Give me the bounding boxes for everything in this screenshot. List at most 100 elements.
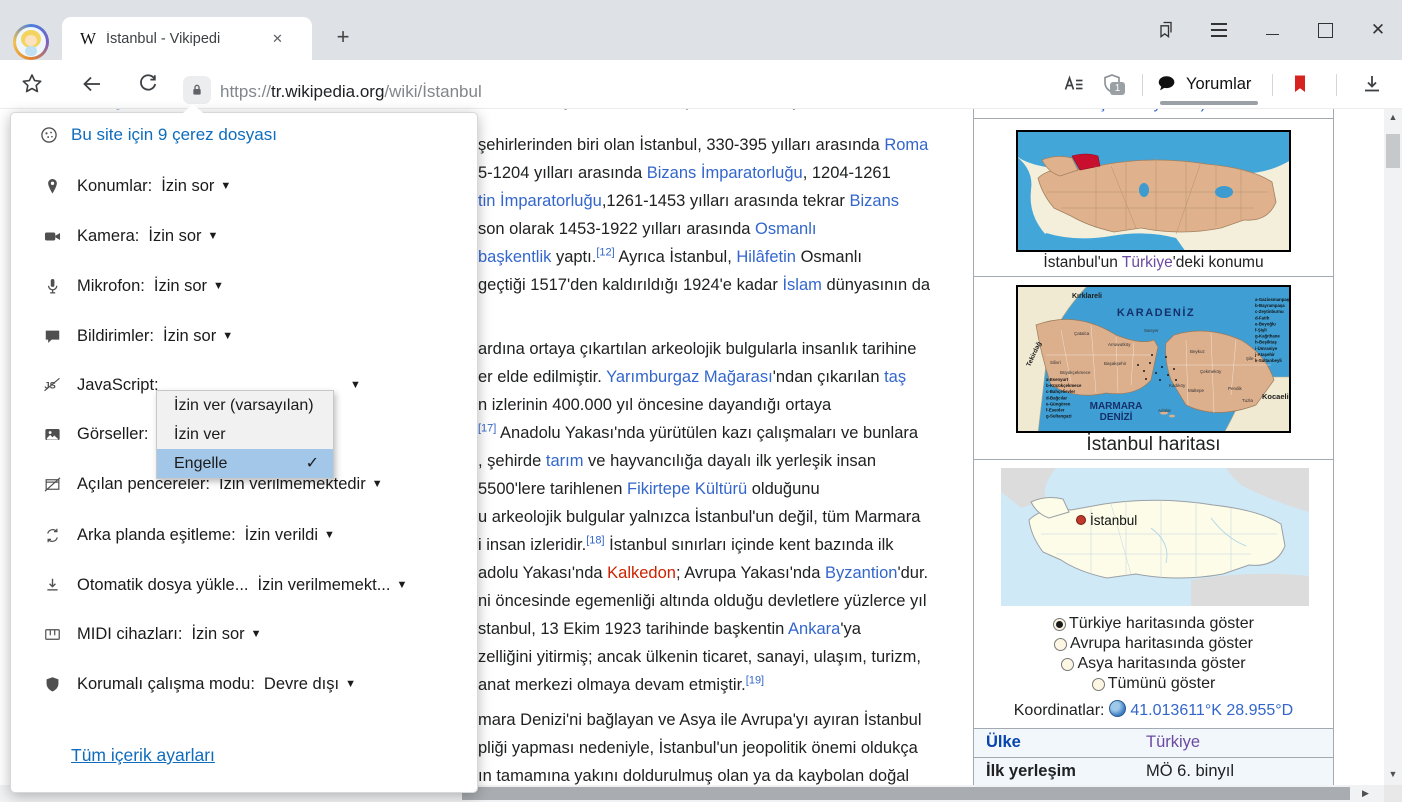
reference-link[interactable]: [17]	[478, 423, 496, 435]
article-link[interactable]: tarım	[546, 452, 584, 470]
chevron-down-icon[interactable]: ▼	[208, 230, 219, 242]
permission-row-sandbox[interactable]: Korumalı çalışma modu:Devre dışı▼	[41, 671, 356, 697]
chevron-down-icon[interactable]: ▼	[251, 628, 262, 640]
dropdown-item-option[interactable]: İzin ver (varsayılan)	[157, 391, 333, 420]
comments-button[interactable]: Yorumlar	[1156, 73, 1251, 95]
permission-value[interactable]: İzin sor	[154, 277, 207, 296]
article-link[interactable]: Fikirtepe Kültürü	[627, 480, 747, 498]
radio-selected[interactable]: Türkiye haritasında göster	[974, 614, 1333, 634]
chevron-down-icon[interactable]: ▼	[220, 180, 231, 192]
radio-icon[interactable]	[1092, 678, 1105, 691]
permission-row-auto-download[interactable]: Otomatik dosya yükle...İzin verilmemekt.…	[41, 572, 407, 598]
country-value[interactable]: Türkiye	[1146, 733, 1200, 752]
dropdown-item-selected[interactable]: Engelle✓	[157, 449, 333, 478]
turkey-province-map[interactable]	[1016, 130, 1291, 252]
reference-link[interactable]: [19]	[746, 675, 764, 687]
maximize-button[interactable]	[1315, 20, 1335, 40]
scroll-up-icon[interactable]: ▲	[1384, 112, 1402, 122]
permission-row-camera[interactable]: Kamera:İzin sor▼	[41, 223, 218, 249]
site-lock-chip[interactable]	[183, 76, 211, 104]
chevron-down-icon[interactable]: ▼	[324, 529, 335, 541]
article-link[interactable]: tin İmparatorluğu	[478, 192, 602, 210]
article-line: ni öncesinde egemenliği altında olduğu d…	[478, 587, 974, 615]
article-link[interactable]: Osmanlı	[755, 220, 816, 238]
profile-avatar[interactable]	[13, 24, 49, 60]
immersive-reader-icon[interactable]	[1062, 72, 1086, 96]
map1-caption-link[interactable]: Türkiye	[1122, 254, 1173, 271]
permission-row-notifications[interactable]: Bildirimler:İzin sor▼	[41, 323, 233, 349]
svg-text:i-Ümraniye: i-Ümraniye	[1255, 346, 1278, 351]
permission-value[interactable]: İzin verildi	[245, 526, 318, 545]
reference-link[interactable]: [18]	[586, 535, 604, 547]
new-tab-button[interactable]: +	[330, 24, 356, 50]
svg-text:k-Sultanbeyli: k-Sultanbeyli	[1255, 358, 1282, 363]
country-label[interactable]: Ülke	[986, 733, 1021, 752]
permission-row-microphone[interactable]: Mikrofon:İzin sor▼	[41, 273, 224, 299]
close-button[interactable]: ✕	[1368, 20, 1388, 40]
cookies-row[interactable]: Bu site için 9 çerez dosyası	[39, 125, 277, 145]
permission-value[interactable]: İzin sor	[161, 177, 214, 196]
reload-icon[interactable]	[136, 72, 160, 96]
radio-icon[interactable]	[1053, 618, 1066, 631]
all-content-settings-link[interactable]: Tüm içerik ayarları	[71, 745, 215, 766]
coordinates-link[interactable]: 41.013611°K 28.955°D	[1130, 702, 1293, 719]
tab-close-icon[interactable]: ✕	[272, 31, 283, 47]
chevron-down-icon[interactable]: ▼	[345, 678, 356, 690]
collections-icon[interactable]	[1156, 20, 1176, 40]
article-link[interactable]: Bizans	[849, 192, 899, 210]
article-link[interactable]: başkentlik	[478, 248, 551, 266]
address-bar[interactable]: https://tr.wikipedia.org/wiki/İstanbul	[220, 82, 482, 102]
radio-icon[interactable]	[1054, 638, 1067, 651]
radio-option[interactable]: Asya haritasında göster	[974, 654, 1333, 674]
bookmark-icon[interactable]	[1288, 72, 1312, 96]
permission-row-javascript[interactable]: JSJavaScript:▼	[41, 372, 159, 398]
article-link[interactable]: İslam	[782, 276, 821, 294]
vertical-scrollbar[interactable]: ▲ ▼	[1384, 108, 1402, 785]
cookies-link[interactable]: Bu site için 9 çerez dosyası	[71, 125, 277, 145]
horizontal-scroll-thumb[interactable]	[462, 787, 1350, 800]
article-link[interactable]: Yarımburgaz Mağarası	[606, 368, 773, 386]
minimize-button[interactable]	[1262, 20, 1282, 40]
vertical-scroll-thumb[interactable]	[1386, 134, 1400, 168]
permission-row-background-sync[interactable]: Arka planda eşitleme:İzin verildi▼	[41, 522, 335, 548]
radio-option[interactable]: Tümünü göster	[974, 674, 1333, 694]
checkmark-icon: ✓	[306, 449, 319, 478]
article-link[interactable]: Hilâfetin	[736, 248, 796, 266]
chevron-down-icon[interactable]: ▼	[350, 379, 361, 391]
permission-value[interactable]: Devre dışı	[264, 675, 339, 694]
article-link[interactable]: Ankara	[788, 620, 840, 638]
permission-value[interactable]: İzin sor	[163, 327, 216, 346]
reference-link[interactable]: [12]	[596, 247, 614, 259]
dropdown-item-option[interactable]: İzin ver	[157, 420, 333, 449]
permission-value[interactable]: İzin sor	[148, 227, 201, 246]
article-link[interactable]: Bizans İmparatorluğu	[647, 164, 803, 182]
article-link[interactable]: taş	[884, 368, 906, 386]
article-link[interactable]: Byzantion	[825, 564, 897, 582]
radio-option[interactable]: Avrupa haritasında göster	[974, 634, 1333, 654]
radio-icon[interactable]	[1061, 658, 1074, 671]
permission-value[interactable]: İzin verilmemekt...	[258, 576, 391, 595]
permission-label: MIDI cihazları:	[77, 625, 182, 644]
chevron-down-icon[interactable]: ▼	[213, 280, 224, 292]
downloads-icon[interactable]	[1360, 72, 1384, 96]
menu-icon[interactable]	[1209, 20, 1229, 40]
permission-row-images[interactable]: Görseller:	[41, 421, 149, 447]
chevron-down-icon[interactable]: ▼	[372, 478, 383, 490]
permission-value[interactable]: İzin sor	[191, 625, 244, 644]
favorites-star-icon[interactable]	[20, 72, 44, 96]
tab-istanbul[interactable]: W İstanbul - Vikipedi ✕	[62, 17, 312, 60]
scroll-down-icon[interactable]: ▼	[1384, 769, 1402, 779]
turkey-locator-map[interactable]: İstanbul	[1001, 468, 1309, 606]
tracking-shield-icon[interactable]: 1	[1100, 72, 1124, 96]
permission-row-midi[interactable]: MIDI cihazları: İzin sor ▼	[41, 621, 262, 647]
back-icon[interactable]	[80, 72, 104, 96]
article-text: olduğunu	[747, 480, 820, 498]
scroll-right-icon[interactable]: ▶	[1362, 788, 1369, 799]
article-link[interactable]: Roma	[884, 136, 928, 154]
istanbul-district-map[interactable]: KARADENİZ MARMARA DENİZİ Kırklareli Teki…	[1016, 285, 1291, 433]
article-line: başkentlik yaptı.[12] Ayrıca İstanbul, H…	[478, 243, 974, 271]
chevron-down-icon[interactable]: ▼	[222, 330, 233, 342]
permission-row-location[interactable]: Konumlar:İzin sor▼	[41, 173, 231, 199]
chevron-down-icon[interactable]: ▼	[396, 579, 407, 591]
article-link[interactable]: Kalkedon	[607, 564, 676, 582]
